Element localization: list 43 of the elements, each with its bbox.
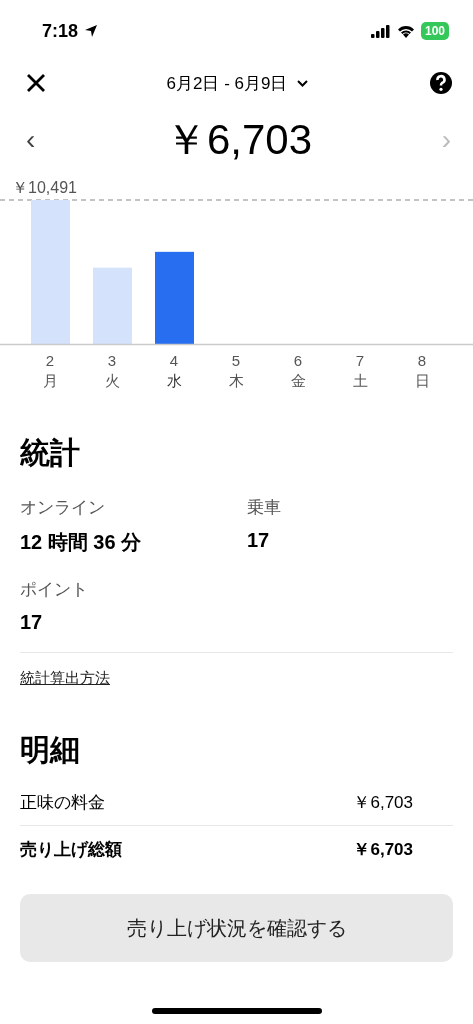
stats-method-link[interactable]: 統計算出方法	[20, 669, 110, 688]
chevron-down-icon	[297, 79, 309, 87]
axis-label: 金	[290, 372, 306, 389]
check-sales-button[interactable]: 売り上げ状況を確認する	[20, 894, 453, 962]
signal-icon	[370, 24, 391, 38]
axis-label: 木	[228, 372, 244, 389]
stat-value: 17	[20, 611, 44, 634]
bar[interactable]	[31, 200, 70, 344]
date-range-selector[interactable]: 6月2日 - 6月9日	[166, 71, 309, 95]
wifi-icon	[396, 24, 415, 38]
detail-value: ￥6,703	[353, 838, 413, 861]
axis-label: 3	[107, 352, 117, 369]
status-time: 7:18	[42, 20, 79, 42]
axis-label: 日	[414, 372, 430, 389]
axis-label: ￥10,491	[12, 180, 77, 196]
axis-label: 4	[169, 352, 179, 369]
axis-label: 5	[231, 352, 241, 369]
stat-label: オンライン	[20, 497, 106, 519]
axis-label: 2	[45, 352, 55, 369]
close-button[interactable]	[26, 73, 46, 93]
earnings-amount: ￥6,703	[164, 115, 313, 165]
stat-value: 17	[247, 529, 271, 552]
axis-label: 6	[293, 352, 303, 369]
axis-label: 月	[42, 372, 58, 389]
section-title: 統計	[20, 435, 81, 471]
detail-label: 売り上げ総額	[20, 838, 122, 861]
axis-label: 水	[166, 372, 182, 389]
axis-label: 7	[355, 352, 365, 369]
bar[interactable]	[155, 251, 194, 344]
stat-label: ポイント	[20, 579, 89, 601]
previous-button[interactable]: ‹	[26, 124, 36, 156]
location-arrow-icon	[84, 24, 99, 38]
axis-label: 火	[104, 372, 120, 389]
detail-value: ￥6,703	[353, 791, 413, 814]
stat-value: 12 時間 36 分	[20, 530, 143, 555]
help-button[interactable]	[429, 71, 453, 95]
detail-label: 正味の料金	[20, 791, 105, 814]
battery-indicator: 100	[420, 22, 449, 40]
axis-label: 土	[352, 372, 368, 389]
bar[interactable]	[93, 267, 132, 344]
section-title: 明細	[20, 732, 81, 768]
axis-label: 8	[417, 352, 427, 369]
stat-label: 乗車	[247, 497, 282, 519]
